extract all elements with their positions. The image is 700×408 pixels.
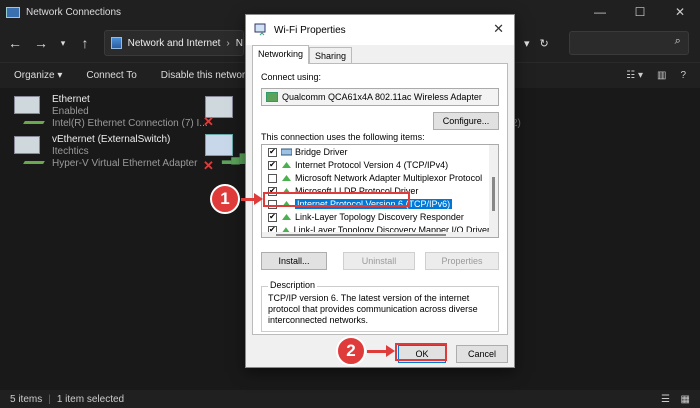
callout-2-arrow [367, 350, 387, 353]
wifi-icon [254, 23, 268, 37]
address-bar[interactable]: Network and Internet › N [104, 30, 244, 56]
breadcrumb-chevron-icon: › [226, 37, 230, 49]
view-options-icon[interactable]: ☷ ▾ [626, 70, 643, 81]
item-count: 5 items [10, 393, 43, 405]
bridge-icon [281, 148, 292, 156]
breadcrumb-next[interactable]: N [236, 38, 243, 49]
item-checkbox[interactable] [268, 173, 277, 183]
list-item[interactable]: Microsoft Network Adapter Multiplexor Pr… [262, 172, 490, 184]
preview-pane-icon[interactable]: ▥ [657, 70, 666, 81]
status-separator: | [48, 393, 51, 405]
item-checkbox[interactable]: ✔ [268, 160, 277, 170]
minimize-icon[interactable]: — [580, 0, 620, 24]
chevron-down-icon[interactable]: ▾ [524, 37, 530, 50]
search-input[interactable] [568, 31, 689, 55]
protocol-icon [282, 175, 291, 181]
dialog-tabs: Networking Sharing [252, 45, 353, 64]
horizontal-scrollbar[interactable] [262, 232, 491, 237]
disconnected-x-icon: ✕ [203, 114, 214, 129]
selection-count: 1 item selected [56, 393, 125, 405]
cancel-button[interactable]: Cancel [456, 345, 508, 363]
breadcrumb-network-and-internet[interactable]: Network and Internet [128, 38, 221, 49]
search-icon: ⌕ [674, 35, 681, 47]
item-label: Microsoft Network Adapter Multiplexor Pr… [295, 173, 483, 183]
help-icon[interactable]: ? [680, 70, 686, 81]
close-icon[interactable]: ✕ [660, 0, 700, 24]
wifi-properties-dialog: Wi-Fi Properties ✕ Networking Sharing Co… [245, 14, 515, 368]
connection-ethernet[interactable]: Ethernet Enabled Intel(R) Ethernet Conne… [12, 94, 208, 130]
adapter-name: Qualcomm QCA61x4A 802.11ac Wireless Adap… [282, 92, 482, 102]
ok-highlight-box [395, 343, 447, 361]
maximize-icon[interactable]: ☐ [620, 0, 660, 24]
back-arrow-icon[interactable]: ← [4, 32, 26, 54]
window-controls: — ☐ ✕ [580, 0, 700, 24]
ethernet-adapter-icon [12, 94, 49, 126]
items-list[interactable]: ✔ Bridge Driver ✔ Internet Protocol Vers… [261, 144, 499, 238]
install-button[interactable]: Install... [261, 252, 327, 270]
address-right-controls: ▾ ↻ ⌕ [520, 30, 689, 56]
status-bar: 5 items | 1 item selected ☰ ▦ [0, 390, 700, 408]
disconnected-x-icon: ✕ [203, 158, 214, 173]
connect-using-label: Connect using: [261, 72, 322, 82]
up-arrow-icon[interactable]: ↑ [74, 32, 96, 54]
items-label: This connection uses the following items… [261, 132, 425, 142]
details-view-icon[interactable]: ☰ [661, 394, 670, 405]
window-title: Network Connections [26, 6, 122, 18]
callout-1-arrowhead [254, 193, 263, 205]
network-icon [111, 37, 122, 49]
organize-button[interactable]: Organize ▾ [14, 70, 62, 81]
vertical-scrollbar[interactable] [489, 145, 498, 237]
ipv6-highlight-box [263, 192, 410, 207]
tiles-view-icon[interactable]: ▦ [681, 394, 690, 405]
connection-name: vEthernet (ExternalSwitch) [52, 134, 171, 145]
adapter-field: Qualcomm QCA61x4A 802.11ac Wireless Adap… [261, 88, 499, 106]
forward-arrow-icon[interactable]: → [30, 32, 52, 54]
list-item[interactable]: ✔ Internet Protocol Version 4 (TCP/IPv4) [262, 159, 490, 171]
connection-adapter: Hyper-V Virtual Ethernet Adapter [52, 158, 198, 169]
uninstall-button[interactable]: Uninstall [343, 252, 415, 270]
item-label: Link-Layer Topology Discovery Responder [295, 212, 464, 222]
connect-to-button[interactable]: Connect To [86, 70, 136, 81]
tab-sharing[interactable]: Sharing [309, 47, 353, 63]
item-label: Bridge Driver [295, 147, 348, 157]
dialog-title: Wi-Fi Properties [274, 24, 346, 36]
network-folder-icon [6, 6, 20, 18]
view-controls: ☷ ▾ ▥ ? [626, 62, 700, 88]
callout-2-arrowhead [386, 345, 395, 357]
list-item[interactable]: ✔ Bridge Driver [262, 146, 490, 158]
close-icon[interactable]: ✕ [493, 21, 504, 37]
protocol-icon [282, 214, 291, 220]
network-adapter-icon [266, 92, 278, 102]
properties-button[interactable]: Properties [425, 252, 499, 270]
connection-vethernet[interactable]: vEthernet (ExternalSwitch) Itechtics Hyp… [12, 134, 197, 170]
item-checkbox[interactable]: ✔ [268, 212, 277, 222]
item-checkbox[interactable]: ✔ [268, 147, 277, 157]
connection-name: Ethernet [52, 94, 90, 105]
description-text: TCP/IP version 6. The latest version of … [268, 293, 478, 325]
connection-status: Itechtics [52, 146, 89, 157]
refresh-icon[interactable]: ↻ [540, 37, 549, 50]
description-label: Description [268, 280, 318, 290]
connection-adapter: Intel(R) Ethernet Connection (7) I... [52, 118, 208, 129]
chevron-down-icon[interactable]: ▾ [56, 32, 70, 54]
protocol-icon [282, 162, 291, 168]
vethernet-adapter-icon [12, 134, 49, 166]
item-label: Internet Protocol Version 4 (TCP/IPv4) [295, 160, 449, 170]
dialog-titlebar: Wi-Fi Properties ✕ [246, 15, 514, 45]
description-group: Description TCP/IP version 6. The latest… [261, 280, 499, 332]
connection-status: Enabled [52, 106, 89, 117]
callout-1: 1 [210, 184, 240, 214]
callout-2: 2 [336, 336, 366, 366]
configure-button[interactable]: Configure... [433, 112, 499, 130]
callout-1-arrow [241, 198, 255, 201]
list-item[interactable]: ✔ Link-Layer Topology Discovery Responde… [262, 211, 490, 223]
tab-networking[interactable]: Networking [252, 45, 310, 64]
